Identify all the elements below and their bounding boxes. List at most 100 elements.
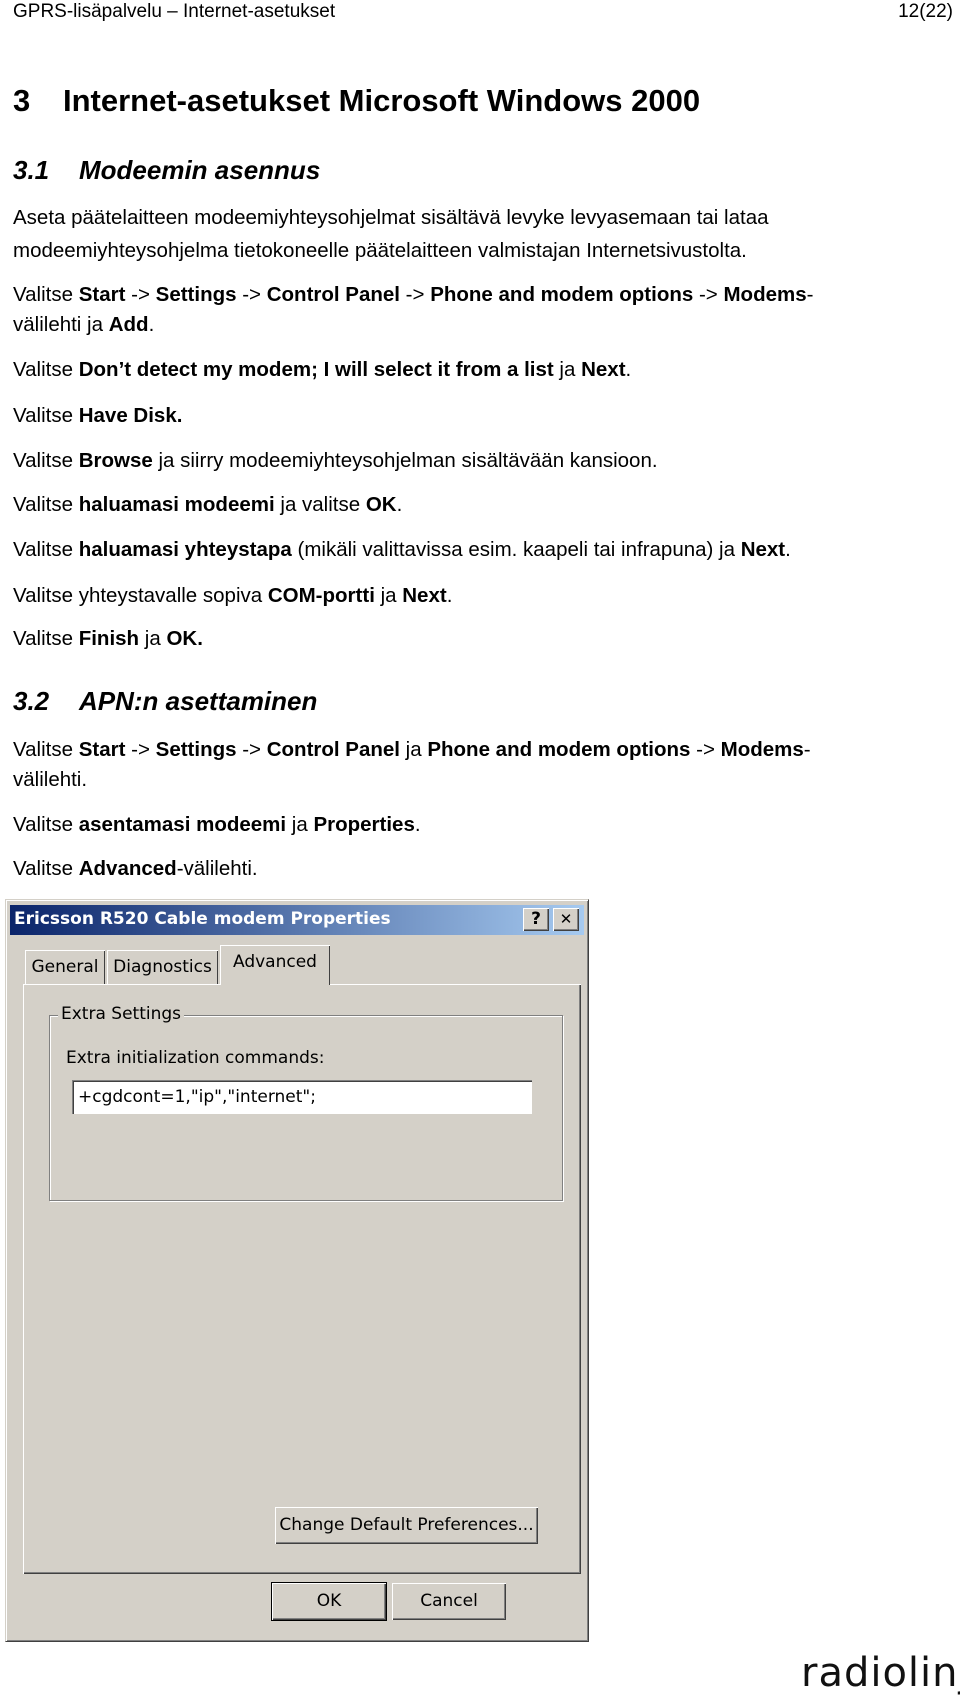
- text-segment: Valitse: [13, 358, 79, 381]
- text-segment: ja: [374, 584, 403, 607]
- tab-advanced[interactable]: Advanced: [220, 945, 330, 985]
- text-segment: .: [414, 813, 421, 836]
- bold-term: Browse: [78, 449, 153, 472]
- text-segment: -: [803, 738, 811, 761]
- text-segment: Valitse: [13, 857, 79, 880]
- bold-term: Next: [402, 584, 447, 607]
- text-segment: ->: [690, 738, 721, 761]
- text-line: Valitse haluamasi yhteystapa (mikäli val…: [13, 538, 791, 562]
- bold-term: OK.: [166, 627, 203, 650]
- bold-term: OK: [365, 493, 397, 516]
- text-segment: .: [148, 313, 155, 336]
- text-segment: ->: [236, 283, 267, 306]
- text-line: Valitse Finish ja OK.: [13, 627, 203, 651]
- extra-init-commands-input[interactable]: +cgdcont=1,"ip","internet";: [72, 1080, 532, 1114]
- bold-term: haluamasi yhteystapa: [78, 538, 292, 561]
- bold-term: Next: [740, 538, 786, 561]
- text-segment: Valitse: [13, 813, 79, 836]
- tab-general[interactable]: General: [25, 950, 105, 984]
- help-button[interactable]: ?: [523, 908, 549, 931]
- section-3-heading: 3 Internet-asetukset Microsoft Windows 20…: [13, 83, 700, 119]
- section-title: Modeemin asennus: [79, 155, 321, 185]
- bold-term: Add: [108, 313, 149, 336]
- text-line: Valitse Advanced-välilehti.: [13, 857, 258, 881]
- bold-term: Modems: [720, 738, 804, 761]
- tab-diagnostics[interactable]: Diagnostics: [107, 950, 218, 984]
- text-segment: Valitse: [13, 283, 79, 306]
- text-line: modeemiyhteysohjelma tietokoneelle pääte…: [13, 239, 747, 263]
- dialog-title: Ericsson R520 Cable modem Properties: [14, 909, 391, 929]
- bold-term: Finish: [78, 627, 140, 650]
- text-segment: (mikäli valittavissa esim. kaapeli tai i…: [291, 538, 741, 561]
- bold-term: COM-portti: [267, 584, 375, 607]
- text-segment: Valitse yhteystavalle sopiva: [13, 584, 268, 607]
- close-button[interactable]: ✕: [553, 908, 579, 931]
- text-segment: .: [625, 358, 632, 381]
- text-segment: ja valitse: [274, 493, 366, 516]
- text-segment: ->: [125, 738, 156, 761]
- text-segment: ->: [399, 283, 431, 306]
- bold-term: Start: [78, 738, 126, 761]
- text-segment: -välilehti.: [176, 857, 258, 880]
- text-line: välilehti.: [13, 768, 87, 792]
- bold-term: Phone and modem options: [427, 738, 691, 761]
- text-line: Valitse Browse ja siirry modeemiyhteysoh…: [13, 449, 658, 473]
- text-segment: Valitse: [13, 627, 79, 650]
- running-header-title: GPRS-lisäpalvelu – Internet-asetukset: [13, 1, 336, 22]
- cancel-button[interactable]: Cancel: [392, 1583, 506, 1620]
- section-number: 3: [13, 83, 31, 118]
- text-segment: ->: [236, 738, 267, 761]
- section-number: 3.1: [13, 155, 50, 185]
- text-segment: välilehti ja: [13, 313, 109, 336]
- bold-term: Phone and modem options: [430, 283, 694, 306]
- section-title: APN:n asettaminen: [79, 686, 318, 716]
- text-line: Valitse Start -> Settings -> Control Pan…: [13, 283, 813, 307]
- bold-term: Settings: [155, 283, 237, 306]
- text-line: Valitse Have Disk.: [13, 404, 182, 428]
- section-3-2-heading: 3.2 APN:n asettaminen: [13, 686, 317, 717]
- change-default-preferences-button[interactable]: Change Default Preferences...: [275, 1507, 538, 1544]
- text-segment: Aseta päätelaitteen modeemiyhteysohjelma…: [13, 206, 769, 229]
- text-segment: -: [806, 283, 814, 306]
- radiolinja-logo: radiolinja: [801, 1650, 960, 1696]
- text-segment: Valitse: [13, 493, 79, 516]
- text-segment: Valitse: [13, 449, 79, 472]
- bold-term: Control Panel: [266, 738, 400, 761]
- text-segment: modeemiyhteysohjelma tietokoneelle pääte…: [13, 239, 747, 262]
- text-line: Aseta päätelaitteen modeemiyhteysohjelma…: [13, 206, 769, 230]
- text-segment: ja: [399, 738, 428, 761]
- text-segment: Valitse: [13, 404, 79, 427]
- text-segment: ja: [286, 813, 314, 836]
- text-line: Valitse Start -> Settings -> Control Pan…: [13, 738, 811, 762]
- text-segment: ja siirry modeemiyhteysohjelman sisältäv…: [152, 449, 658, 472]
- bold-term: Advanced: [78, 857, 177, 880]
- page-number: 12(22): [898, 1, 953, 22]
- text-segment: ja: [139, 627, 167, 650]
- extra-init-commands-label: Extra initialization commands:: [66, 1048, 325, 1068]
- text-line: Valitse asentamasi modeemi ja Properties…: [13, 813, 421, 837]
- bold-term: Start: [78, 283, 126, 306]
- bold-term: Have Disk.: [78, 404, 183, 427]
- text-segment: ->: [693, 283, 724, 306]
- text-segment: .: [446, 584, 453, 607]
- text-segment: .: [785, 538, 791, 561]
- section-3-1-heading: 3.1 Modeemin asennus: [13, 155, 320, 186]
- ok-button[interactable]: OK: [271, 1582, 387, 1621]
- text-segment: Valitse: [13, 538, 79, 561]
- bold-term: Settings: [155, 738, 237, 761]
- bold-term: Next: [581, 358, 626, 381]
- text-line: Valitse Don’t detect my modem; I will se…: [13, 358, 631, 382]
- text-line: Valitse haluamasi modeemi ja valitse OK.: [13, 493, 402, 517]
- text-segment: .: [396, 493, 403, 516]
- dialog-title-bar[interactable]: Ericsson R520 Cable modem Properties ? ✕: [10, 905, 584, 935]
- bold-term: Modems: [723, 283, 807, 306]
- section-number: 3.2: [13, 686, 50, 716]
- text-line: välilehti ja Add.: [13, 313, 154, 337]
- text-segment: ->: [125, 283, 156, 306]
- modem-properties-dialog: Ericsson R520 Cable modem Properties ? ✕…: [5, 899, 589, 1642]
- text-line: Valitse yhteystavalle sopiva COM-portti …: [13, 584, 452, 608]
- text-segment: Valitse: [13, 738, 79, 761]
- text-segment: ja: [553, 358, 582, 381]
- bold-term: Control Panel: [266, 283, 400, 306]
- bold-term: haluamasi modeemi: [78, 493, 275, 516]
